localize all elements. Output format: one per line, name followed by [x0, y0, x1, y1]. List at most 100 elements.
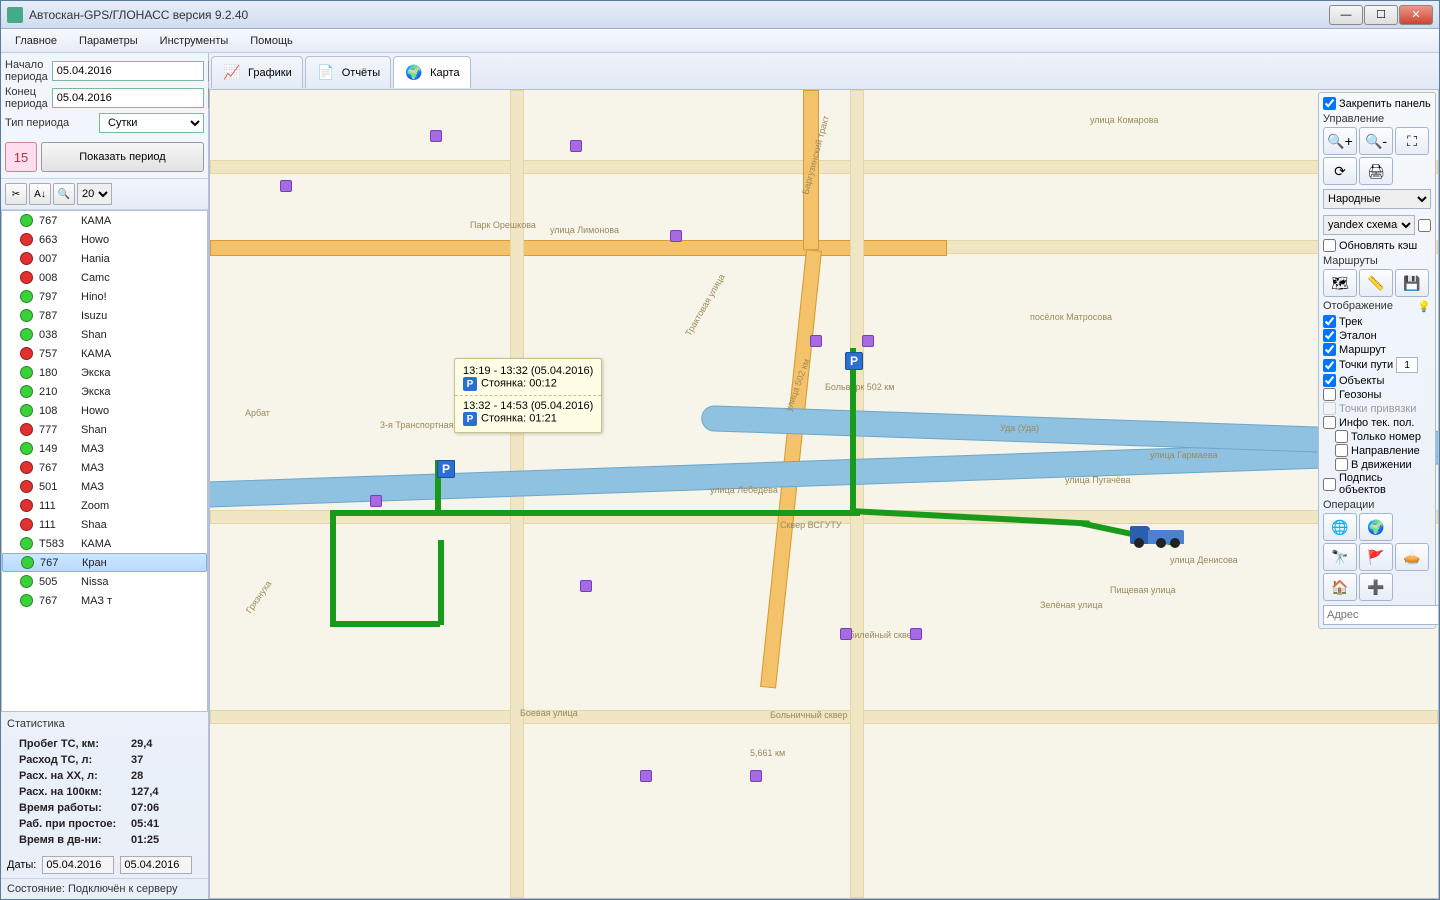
parking-marker[interactable]: P [437, 460, 455, 478]
tool-sort-icon[interactable]: A↓ [29, 183, 51, 205]
date-from-input[interactable] [42, 856, 114, 874]
vehicle-row[interactable]: 767КАМА [2, 211, 207, 230]
vehicle-number: 111 [39, 500, 81, 512]
vehicle-row[interactable]: 149МАЗ [2, 439, 207, 458]
vehicle-row[interactable]: 007Hania [2, 249, 207, 268]
map-provider-select[interactable]: yandex схема [1323, 215, 1415, 235]
print-icon[interactable]: 🖨 [1359, 157, 1393, 185]
sidebar: Начало периода ▾ Конец периода ▾ Тип пер… [1, 53, 209, 899]
op-2-icon[interactable]: 🌍 [1359, 513, 1393, 541]
chart-icon: 📈 [222, 63, 242, 83]
op-1-icon[interactable]: 🌐 [1323, 513, 1357, 541]
period-start-label: Начало периода [5, 59, 48, 83]
vehicle-row[interactable]: 038Shan [2, 325, 207, 344]
vehicle-row[interactable]: 505Nissa [2, 572, 207, 591]
vehicle-list[interactable]: 767КАМА663Howo007Hania008Camc797Hino!787… [1, 210, 208, 712]
chk-dir[interactable] [1335, 444, 1348, 457]
chk-numonly[interactable] [1335, 430, 1348, 443]
map-provider-flag[interactable] [1418, 219, 1431, 232]
close-button[interactable]: ✕ [1399, 5, 1433, 25]
period-end-input[interactable] [52, 88, 204, 108]
parking-marker[interactable]: P [845, 352, 863, 370]
status-dot-icon [20, 233, 33, 246]
chk-info[interactable] [1323, 416, 1336, 429]
vehicle-row[interactable]: 210Экска [2, 382, 207, 401]
vehicle-row[interactable]: 787Isuzu [2, 306, 207, 325]
chk-points[interactable] [1323, 359, 1336, 372]
vehicle-name: МАЗ [81, 462, 104, 474]
chk-geo[interactable] [1323, 388, 1336, 401]
vehicle-row[interactable]: 501МАЗ [2, 477, 207, 496]
points-count-input[interactable] [1396, 357, 1418, 373]
op-7-icon[interactable]: ➕ [1359, 573, 1393, 601]
minimize-button[interactable]: — [1329, 5, 1363, 25]
period-type-select[interactable]: Сутки [99, 113, 204, 133]
address-input[interactable] [1323, 605, 1439, 625]
date-to-input[interactable] [120, 856, 192, 874]
vehicle-name: Camc [81, 272, 110, 284]
op-3-icon[interactable]: 🔭 [1323, 543, 1357, 571]
op-5-icon[interactable]: 🥧 [1395, 543, 1429, 571]
stat-value: 07:06 [131, 802, 159, 814]
zoom-select[interactable]: 20 [77, 183, 112, 205]
chk-objects[interactable] [1323, 374, 1336, 387]
tab-charts[interactable]: 📈Графики [211, 56, 303, 88]
chk-sign[interactable] [1323, 478, 1336, 491]
menu-tools[interactable]: Инструменты [150, 32, 239, 50]
vehicle-row[interactable]: 767Кран [2, 553, 207, 572]
vehicle-number: 501 [39, 481, 81, 493]
vehicle-row[interactable]: 767МАЗ [2, 458, 207, 477]
app-icon [7, 7, 23, 23]
vehicle-row[interactable]: Т583КАМА [2, 534, 207, 553]
vehicle-row[interactable]: 111Zoom [2, 496, 207, 515]
status-dot-icon [21, 556, 34, 569]
stat-key: Время работы: [19, 802, 131, 814]
layer-select[interactable]: Народные [1323, 189, 1431, 209]
vehicle-row[interactable]: 757КАМА [2, 344, 207, 363]
vehicle-row[interactable]: 777Shan [2, 420, 207, 439]
vehicle-row[interactable]: 108Howo [2, 401, 207, 420]
chk-track[interactable] [1323, 315, 1336, 328]
vehicle-row[interactable]: 180Экска [2, 363, 207, 382]
vehicle-row[interactable]: 008Camc [2, 268, 207, 287]
bulb-icon[interactable]: 💡 [1417, 300, 1431, 313]
map[interactable]: улица Лимонова Трактовая улица 3-я Транс… [209, 89, 1439, 899]
vehicle-row[interactable]: 767МАЗ т [2, 591, 207, 610]
op-6-icon[interactable]: 🏠 [1323, 573, 1357, 601]
zoom-out-icon[interactable]: 🔍- [1359, 127, 1393, 155]
tab-reports[interactable]: 📄Отчёты [305, 56, 391, 88]
vehicle-row[interactable]: 797Hino! [2, 287, 207, 306]
report-icon: 📄 [316, 63, 336, 83]
pin-panel-checkbox[interactable] [1323, 97, 1336, 110]
vehicle-number: 180 [39, 367, 81, 379]
vehicle-row[interactable]: 111Shaa [2, 515, 207, 534]
calendar-icon[interactable]: 15 [5, 142, 37, 172]
route-tool-1-icon[interactable]: 🗺 [1323, 269, 1357, 297]
vehicle-row[interactable]: 663Howo [2, 230, 207, 249]
menu-help[interactable]: Помощь [240, 32, 303, 50]
vehicle-name: Кран [82, 557, 107, 569]
refresh-cache-checkbox[interactable] [1323, 239, 1336, 252]
tool-zoom-icon[interactable]: 🔍 [53, 183, 75, 205]
menu-main[interactable]: Главное [5, 32, 67, 50]
chk-route[interactable] [1323, 343, 1336, 356]
op-4-icon[interactable]: 🚩 [1359, 543, 1393, 571]
tool-settings-icon[interactable]: ✂ [5, 183, 27, 205]
period-start-input[interactable] [52, 61, 204, 81]
route-tool-3-icon[interactable]: 💾 [1395, 269, 1429, 297]
fullscreen-icon[interactable]: ⛶ [1395, 127, 1429, 155]
status-dot-icon [20, 480, 33, 493]
vehicle-marker[interactable] [1130, 518, 1188, 548]
chk-moving[interactable] [1335, 458, 1348, 471]
stat-value: 29,4 [131, 738, 152, 750]
zoom-in-icon[interactable]: 🔍+ [1323, 127, 1357, 155]
maximize-button[interactable]: ☐ [1364, 5, 1398, 25]
menu-params[interactable]: Параметры [69, 32, 148, 50]
center-icon[interactable]: ⟳ [1323, 157, 1357, 185]
vehicle-name: Hino! [81, 291, 107, 303]
route-tool-2-icon[interactable]: 📏 [1359, 269, 1393, 297]
chk-etalon[interactable] [1323, 329, 1336, 342]
tab-map[interactable]: 🌍Карта [393, 56, 470, 88]
stat-key: Время в дв-ни: [19, 834, 131, 846]
show-period-button[interactable]: Показать период [41, 142, 204, 172]
